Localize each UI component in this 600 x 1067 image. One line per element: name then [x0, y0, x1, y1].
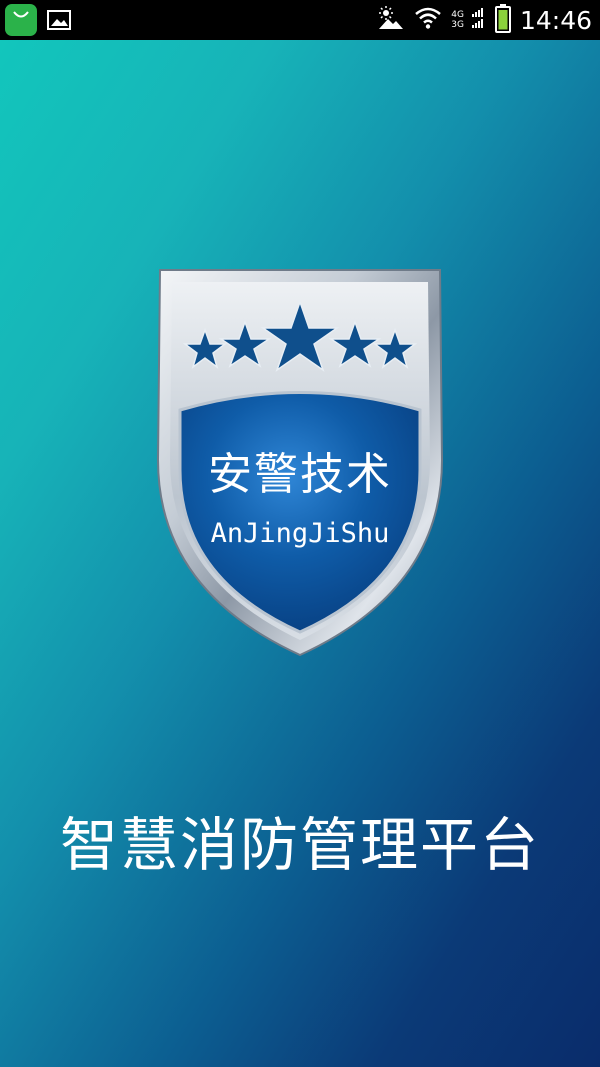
logo-title-cn: 安警技术	[208, 449, 392, 500]
status-bar: 4G 3G 14:46	[0, 0, 600, 40]
splash-screen: 安警技术 AnJingJiShu 智慧消防管理平台	[0, 40, 600, 1067]
wifi-icon	[413, 6, 443, 34]
network-bottom-label: 3G	[451, 20, 464, 30]
network-top-label: 4G	[451, 10, 464, 20]
signal-icon	[471, 7, 486, 33]
logo-title-en: AnJingJiShu	[210, 518, 390, 549]
network-type: 4G 3G	[451, 10, 464, 30]
battery-icon	[494, 3, 512, 37]
weather-icon	[377, 5, 405, 35]
clock: 14:46	[519, 5, 592, 35]
notification-area	[4, 3, 72, 41]
gallery-icon[interactable]	[46, 8, 72, 36]
shopping-bag-icon[interactable]	[4, 3, 38, 41]
system-tray: 4G 3G 14:46	[377, 0, 592, 40]
app-title: 智慧消防管理平台	[59, 811, 540, 879]
